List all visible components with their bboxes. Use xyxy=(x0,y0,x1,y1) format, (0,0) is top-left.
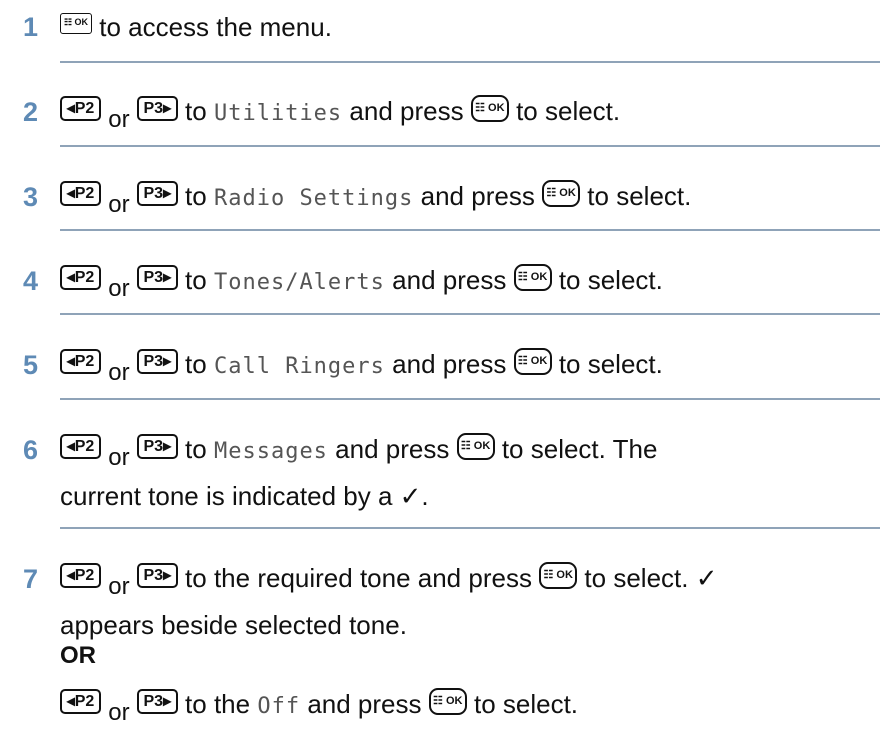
p3-key-icon: P3▸ xyxy=(136,349,178,374)
menu-item-name: Call Ringers xyxy=(213,354,385,379)
step-text: ◂P2 or P3▸ to Utilities and press ☷ OK t… xyxy=(60,95,620,133)
step-1-text: to access the menu. xyxy=(99,12,332,42)
divider xyxy=(60,398,880,400)
ok-key-icon: ☷ OK xyxy=(539,562,578,589)
step-text: ◂P2 or P3▸ to Radio Settings and press ☷… xyxy=(60,180,691,218)
p2-key-icon: ◂P2 xyxy=(60,349,101,374)
step-number: 3 xyxy=(23,182,39,212)
step-text-line2: current tone is indicated by a ✓. xyxy=(60,481,429,511)
step-text: ☷ OK to access the menu. xyxy=(60,11,332,43)
p3-key-icon: P3▸ xyxy=(136,181,178,206)
p2-key-icon: ◂P2 xyxy=(60,563,101,588)
p3-key-icon: P3▸ xyxy=(136,689,178,714)
ok-key-icon: ☷ OK xyxy=(428,688,467,715)
divider xyxy=(60,61,880,63)
p2-key-icon: ◂P2 xyxy=(60,265,101,290)
step-number: 7 xyxy=(23,564,39,594)
divider xyxy=(60,229,880,231)
step-text: ◂P2 or P3▸ to Messages and press ☷ OK to… xyxy=(60,433,657,471)
p2-key-icon: ◂P2 xyxy=(60,96,101,121)
p3-key-icon: P3▸ xyxy=(136,96,178,121)
menu-item-name: Tones/Alerts xyxy=(213,270,385,295)
p2-key-icon: ◂P2 xyxy=(60,434,101,459)
ok-key-icon: ☷ OK xyxy=(456,433,495,460)
step-alt-text: ◂P2 or P3▸ to the Off and press ☷ OK to … xyxy=(60,688,578,726)
or-label: OR xyxy=(60,642,96,669)
step-number: 1 xyxy=(23,12,39,42)
ok-key-icon: ☷ OK xyxy=(513,264,552,291)
menu-item-name: Off xyxy=(257,694,301,719)
p2-key-icon: ◂P2 xyxy=(60,181,101,206)
step-number: 2 xyxy=(23,97,39,127)
menu-item-name: Messages xyxy=(213,439,328,464)
menu-item-name: Utilities xyxy=(213,101,343,126)
ok-key-icon: ☷ OK xyxy=(542,180,581,207)
divider xyxy=(60,313,880,315)
menu-item-name: Radio Settings xyxy=(213,186,414,211)
step-text-line2: appears beside selected tone. xyxy=(60,610,407,640)
ok-key-icon: ☷ OK xyxy=(470,95,509,122)
p3-key-icon: P3▸ xyxy=(136,434,178,459)
menu-ok-key-icon: ☷ OK xyxy=(60,13,92,34)
step-number: 4 xyxy=(23,266,39,296)
step-text: ◂P2 or P3▸ to Call Ringers and press ☷ O… xyxy=(60,348,663,386)
step-number: 5 xyxy=(23,350,39,380)
divider xyxy=(60,527,880,529)
divider xyxy=(60,145,880,147)
p2-key-icon: ◂P2 xyxy=(60,689,101,714)
step-text: ◂P2 or P3▸ to Tones/Alerts and press ☷ O… xyxy=(60,264,663,302)
step-text: ◂P2 or P3▸ to the required tone and pres… xyxy=(60,562,717,600)
step-number: 6 xyxy=(23,435,39,465)
ok-key-icon: ☷ OK xyxy=(513,348,552,375)
p3-key-icon: P3▸ xyxy=(136,563,178,588)
p3-key-icon: P3▸ xyxy=(136,265,178,290)
